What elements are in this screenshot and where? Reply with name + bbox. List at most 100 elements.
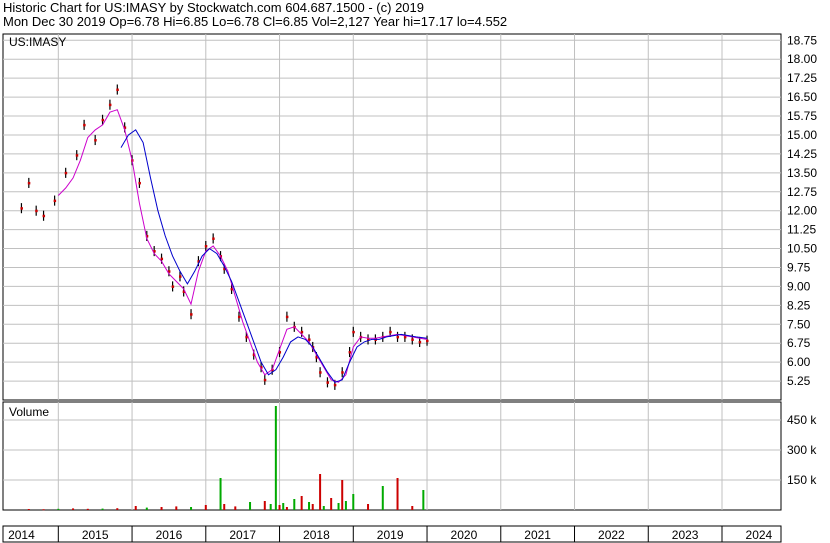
price-point <box>389 330 392 334</box>
price-point <box>308 338 311 341</box>
price-point <box>94 139 97 142</box>
price-point <box>35 209 38 213</box>
volume-tick-label: 150 k <box>787 473 817 487</box>
year-tick-label: 2014 <box>8 528 35 542</box>
price-point <box>237 315 241 319</box>
price-tick-label: 9.75 <box>787 260 811 274</box>
price-tick-label: 12.75 <box>787 185 817 199</box>
price-point <box>178 275 182 278</box>
price-point <box>20 207 23 210</box>
volume-bar <box>300 496 303 510</box>
volume-bar <box>274 406 277 510</box>
price-panel <box>2 33 782 401</box>
volume-bar <box>101 508 104 510</box>
volume-bar <box>234 506 237 510</box>
price-point <box>204 245 208 248</box>
volume-tick-labels: 450 k 300 k 150 k <box>787 413 817 487</box>
price-tick-label: 7.50 <box>787 317 811 331</box>
price-point <box>53 199 57 203</box>
price-point <box>27 181 31 185</box>
volume-bar <box>269 504 272 510</box>
volume-bar <box>204 505 207 510</box>
volume-bar <box>190 507 193 510</box>
price-tick-label: 16.50 <box>787 90 817 104</box>
price-tick-label: 18.75 <box>787 33 817 47</box>
volume-tick-label: 450 k <box>787 413 817 427</box>
volume-bar <box>411 506 414 510</box>
volume-bar <box>319 474 322 510</box>
year-tick-label: 2021 <box>524 528 551 542</box>
volume-bar <box>322 506 325 510</box>
price-point <box>263 378 267 382</box>
volume-bar <box>278 505 281 510</box>
volume-bar <box>352 494 355 510</box>
volume-tick-label: 300 k <box>787 443 817 457</box>
price-tick-label: 14.25 <box>787 147 817 161</box>
volume-bar <box>42 509 45 511</box>
price-tick-label: 17.25 <box>787 71 817 85</box>
year-tick-label: 2022 <box>598 528 625 542</box>
volume-bar <box>341 480 344 510</box>
volume-bar <box>337 503 340 510</box>
price-tick-label: 12.00 <box>787 204 817 218</box>
price-point <box>190 313 193 316</box>
year-tick-label: 2017 <box>229 528 256 542</box>
price-point <box>285 315 289 319</box>
price-point <box>326 381 329 384</box>
year-tick-label: 2016 <box>156 528 183 542</box>
price-point <box>101 118 105 122</box>
year-tick-label: 2023 <box>672 528 699 542</box>
volume-bar <box>219 478 222 510</box>
price-tick-label: 11.25 <box>787 223 816 237</box>
price-point <box>212 237 215 240</box>
volume-bar <box>381 486 384 510</box>
volume-bar <box>344 501 347 510</box>
price-point <box>83 123 86 127</box>
price-point <box>171 285 175 288</box>
price-tick-label: 5.25 <box>787 374 811 388</box>
price-point <box>341 371 344 374</box>
price-point <box>42 214 46 218</box>
price-point <box>396 335 400 339</box>
volume-bar <box>134 506 137 510</box>
price-point <box>300 330 304 334</box>
price-tick-labels: 18.75 18.00 17.25 16.50 15.75 15.00 14.25 13.50… <box>787 33 817 388</box>
year-tick-label: 2020 <box>451 528 478 542</box>
year-tick-label: 2015 <box>82 528 109 542</box>
volume-bar <box>367 504 370 510</box>
price-tick-label: 15.75 <box>787 109 817 123</box>
price-tick-label: 10.50 <box>787 242 817 256</box>
symbol-label: US:IMASY <box>9 35 66 49</box>
price-point <box>138 181 141 185</box>
price-point <box>352 330 355 334</box>
price-point <box>75 154 79 157</box>
volume-bar <box>282 503 285 510</box>
price-tick-label: 8.25 <box>787 298 811 312</box>
price-tick-label: 9.00 <box>787 279 811 293</box>
volume-bar <box>175 506 178 510</box>
price-point <box>333 383 337 387</box>
volume-bar <box>311 504 314 510</box>
price-point <box>64 171 68 175</box>
price-tick-label: 6.00 <box>787 355 811 369</box>
price-point <box>160 257 164 261</box>
stock-chart: 18.75 18.00 17.25 16.50 15.75 15.00 14.25 13.50… <box>2 33 817 543</box>
volume-bar <box>27 509 30 510</box>
volume-bar <box>145 507 148 510</box>
volume-bar <box>249 502 252 510</box>
price-tick-label: 6.75 <box>787 336 811 350</box>
price-point <box>348 351 352 354</box>
year-tick-label: 2018 <box>303 528 330 542</box>
volume-panel <box>2 401 782 511</box>
volume-bar <box>57 508 60 510</box>
volume-bar <box>116 508 119 510</box>
volume-bar <box>223 504 226 510</box>
volume-label: Volume <box>9 405 49 419</box>
price-point <box>108 103 112 107</box>
volume-bar <box>293 499 296 510</box>
volume-bar <box>396 478 399 510</box>
price-point <box>319 371 322 374</box>
price-tick-label: 15.00 <box>787 128 817 142</box>
volume-bar <box>263 501 266 510</box>
volume-bar <box>86 508 89 510</box>
